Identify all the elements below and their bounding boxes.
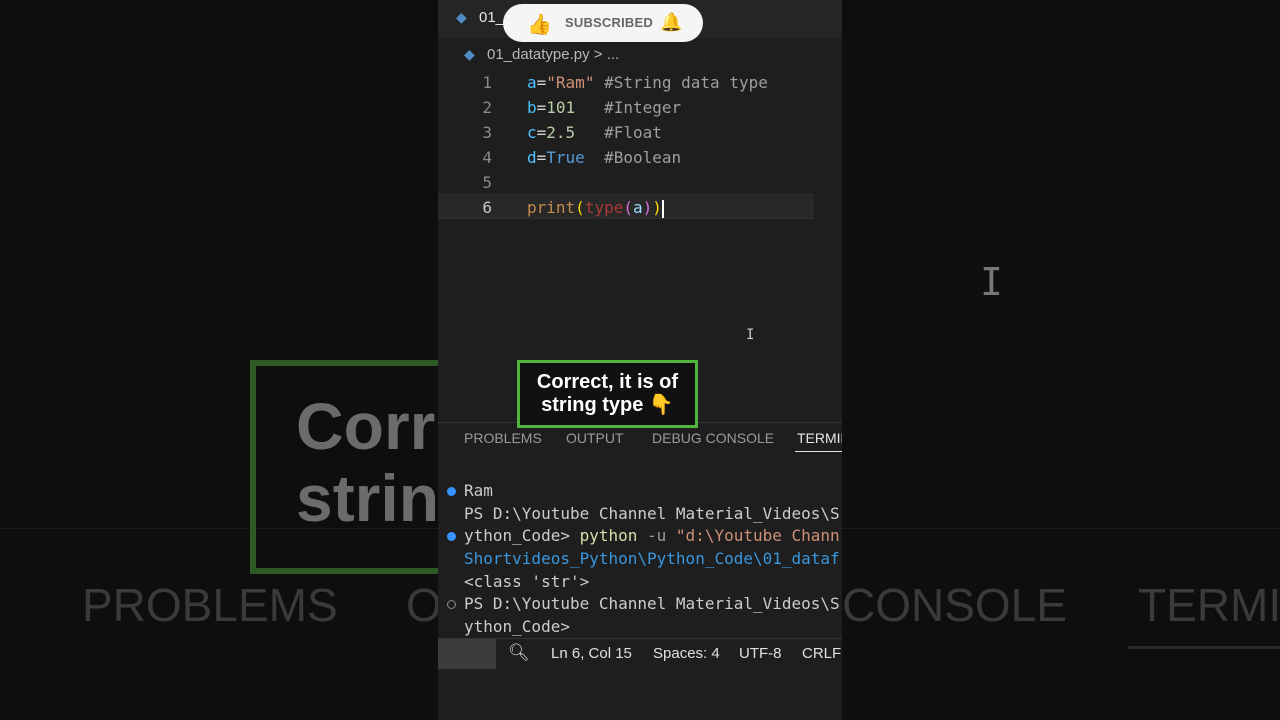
background-tab-problems: PROBLEMS [82, 579, 338, 631]
background-tab-terminal: TERMIN [1138, 579, 1280, 631]
breadcrumb-separator: > [593, 46, 603, 63]
command-pending-dot-icon[interactable] [447, 600, 456, 609]
zoom-icon[interactable]: 🔍︎ [508, 643, 530, 663]
thumbs-up-icon: 👍 [527, 14, 552, 36]
code-line: 4 d=True #Boolean [438, 145, 842, 170]
terminal-line: <class 'str'> [464, 572, 590, 591]
code-comment: #Float [604, 123, 662, 142]
code-line: 3 c=2.5 #Float [438, 120, 842, 145]
background-ibeam-icon: I [980, 260, 1003, 304]
code-comment: #String data type [604, 73, 768, 92]
tab-problems[interactable]: PROBLEMS [464, 430, 542, 446]
print-call: print [527, 198, 576, 217]
caption-text: Correct, it is of string type 👇 [536, 371, 679, 416]
code-line: 5 [438, 170, 842, 195]
variable-name: a [527, 73, 537, 92]
text-caret [661, 199, 664, 218]
command-success-dot-icon[interactable] [447, 487, 456, 496]
video-caption: Correct, it is of string type 👇 [517, 360, 698, 428]
string-literal: "Ram" [546, 73, 595, 92]
status-remote-area[interactable] [438, 639, 496, 669]
tab-terminal[interactable]: TERMIN [797, 430, 842, 446]
bell-icon[interactable]: 🔔 [660, 12, 682, 33]
python-breadcrumb-icon: ◆ [464, 46, 475, 62]
command-success-dot-icon[interactable] [447, 532, 456, 541]
breadcrumb-file[interactable]: 01_datatype.py [487, 46, 590, 63]
terminal-line: Shortvideos_Python\Python_Code\01_dataf [464, 549, 840, 568]
background-caption-text: Corr strin [296, 389, 440, 535]
breadcrumb-ellipsis[interactable]: ... [607, 46, 620, 63]
subscribed-button[interactable]: 👍 SUBSCRIBED 🔔 [503, 4, 703, 42]
code-line: 2 b=101 #Integer [438, 95, 842, 120]
cursor-position[interactable]: Ln 6, Col 15 [551, 645, 632, 662]
number-literal: 2.5 [546, 123, 576, 142]
current-code-line: 6 print(type(a)) [438, 194, 814, 219]
boolean-literal: True [546, 148, 585, 167]
background-tab-console: CONSOLE [842, 579, 1067, 631]
terminal-line: PS D:\Youtube Channel Material_Videos\S [464, 504, 840, 523]
breadcrumb: ◆ 01_datatype.py > ... [438, 40, 842, 70]
mouse-ibeam-icon: I [746, 327, 755, 343]
indentation-setting[interactable]: Spaces: 4 [653, 645, 720, 662]
tab-debug-console[interactable]: DEBUG CONSOLE [652, 430, 774, 446]
terminal-line: Ram [464, 481, 493, 500]
terminal-line: ython_Code> python -u "d:\Youtube Chann [464, 526, 840, 545]
variable-name: d [527, 148, 537, 167]
status-bar: 🔍︎ Ln 6, Col 15 Spaces: 4 UTF-8 CRLF [438, 638, 842, 669]
variable-name: c [527, 123, 537, 142]
type-call: type [584, 198, 624, 217]
tab-output[interactable]: OUTPUT [566, 430, 624, 446]
terminal-line: ython_Code> [464, 617, 570, 636]
line-number: 3 [482, 123, 492, 142]
subscribed-label: SUBSCRIBED [565, 15, 653, 30]
line-number: 4 [482, 148, 492, 167]
variable-name: b [527, 98, 537, 117]
editor-tab-label[interactable]: 01_ [479, 9, 504, 26]
line-number: 2 [482, 98, 492, 117]
call-argument: a [632, 198, 643, 217]
encoding-setting[interactable]: UTF-8 [739, 645, 782, 662]
number-literal: 101 [546, 98, 576, 117]
code-comment: #Integer [604, 98, 682, 117]
background-tab-underline [1128, 646, 1280, 649]
background-tab-output: O [406, 579, 442, 631]
terminal-line: PS D:\Youtube Channel Material_Videos\S [464, 594, 840, 613]
line-number: 5 [482, 173, 492, 192]
code-comment: #Boolean [604, 148, 682, 167]
line-ending-setting[interactable]: CRLF [802, 645, 841, 662]
active-tab-indicator [795, 451, 842, 452]
line-number: 1 [482, 73, 492, 92]
python-file-icon: ◆ [456, 9, 467, 25]
code-line: 1 a="Ram" #String data type [438, 70, 842, 95]
line-number: 6 [482, 198, 492, 217]
